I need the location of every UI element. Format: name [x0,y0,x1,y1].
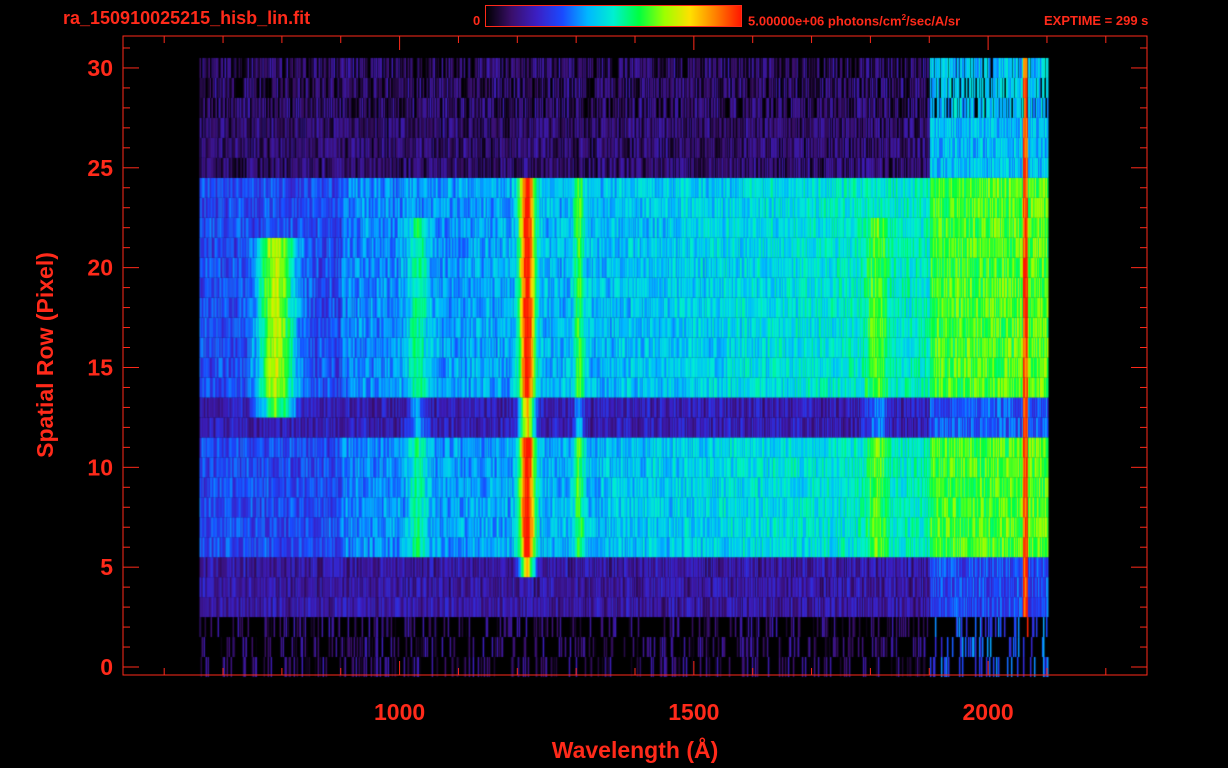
y-axis-label: Spatial Row (Pixel) [32,252,58,458]
exptime-label: EXPTIME = 299 s [1044,13,1149,28]
colorbar-max-label: 5.00000e+06 photons/cm2/sec/A/sr [748,13,960,28]
y-tick-label: 25 [87,155,113,181]
y-tick-label: 15 [87,354,113,380]
file-name-title: ra_150910025215_hisb_lin.fit [63,8,311,28]
colorbar-unit: /sec/A/sr [906,13,961,29]
axes-layer: 1000 1500 2000 0 5 10 15 20 25 30 [87,35,1148,725]
plot-frame [122,35,1148,676]
chart-svg: 1000 1500 2000051015202530 Wavelength (Å) … [32,35,1148,763]
y-tick-label: 10 [87,454,113,480]
colorbar-max-value: 5.00000e+06 photons/cm [748,13,902,29]
colorbar-min-label: 0 [473,13,481,28]
colorbar [485,5,742,27]
y-tick-label: 5 [100,554,113,580]
x-tick-label: 2000 [963,699,1014,725]
x-tick-label: 1000 [374,699,425,725]
x-tick-label: 1500 [668,699,719,725]
y-tick-label: 0 [100,654,113,680]
y-tick-label: 30 [87,55,113,81]
y-tick-label: 20 [87,255,113,281]
x-axis-label: Wavelength (Å) [552,736,719,763]
